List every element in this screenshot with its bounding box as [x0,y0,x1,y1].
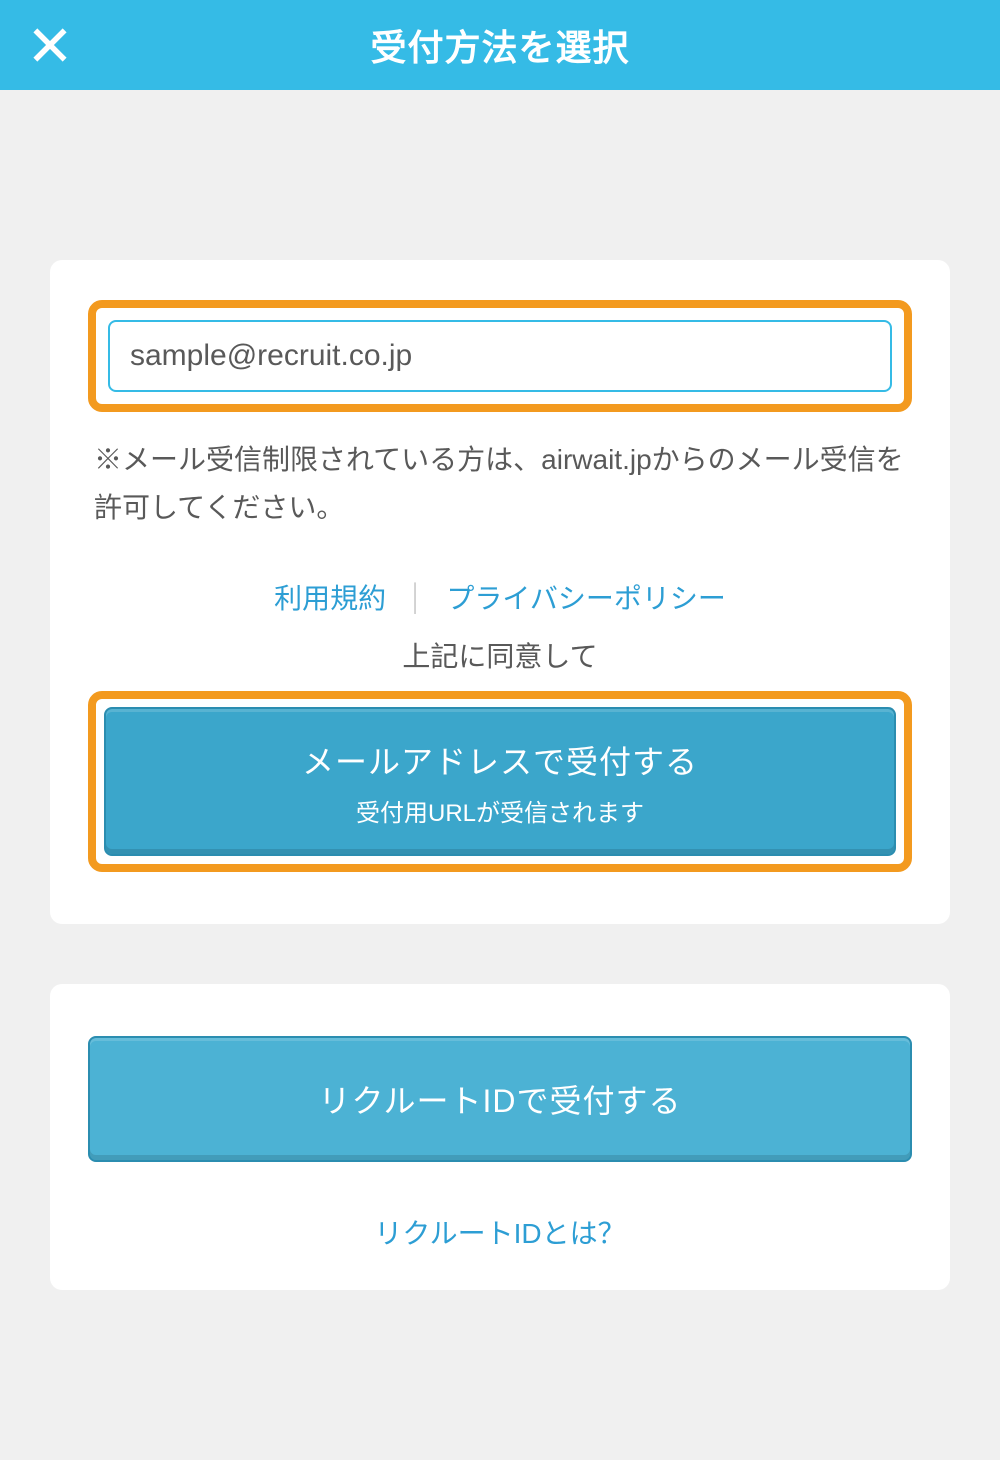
page-title: 受付方法を選択 [370,19,629,71]
submit-highlight: メールアドレスで受付する 受付用URLが受信されます [88,691,912,872]
agree-text: 上記に同意して [88,635,912,675]
header: 受付方法を選択 [0,0,1000,90]
terms-link[interactable]: 利用規約 [274,577,386,617]
email-card: ※メール受信制限されている方は、airwait.jpからのメール受信を許可してく… [50,260,950,924]
close-button[interactable] [28,23,72,67]
email-submit-sub: 受付用URLが受信されます [106,793,894,828]
email-submit-title: メールアドレスで受付する [106,737,894,783]
link-divider: │ [408,582,424,613]
close-icon [31,26,69,64]
email-input[interactable] [108,320,892,392]
content: ※メール受信制限されている方は、airwait.jpからのメール受信を許可してく… [0,90,1000,1290]
email-note: ※メール受信制限されている方は、airwait.jpからのメール受信を許可してく… [94,436,906,531]
email-highlight [88,300,912,412]
privacy-link[interactable]: プライバシーポリシー [446,577,725,617]
recruit-id-help-link[interactable]: リクルートIDとは？ [88,1212,912,1252]
recruit-id-card: リクルートIDで受付する リクルートIDとは？ [50,984,950,1290]
legal-links: 利用規約 │ プライバシーポリシー [88,577,912,617]
email-submit-button[interactable]: メールアドレスで受付する 受付用URLが受信されます [104,707,896,856]
recruit-id-button[interactable]: リクルートIDで受付する [88,1036,912,1162]
